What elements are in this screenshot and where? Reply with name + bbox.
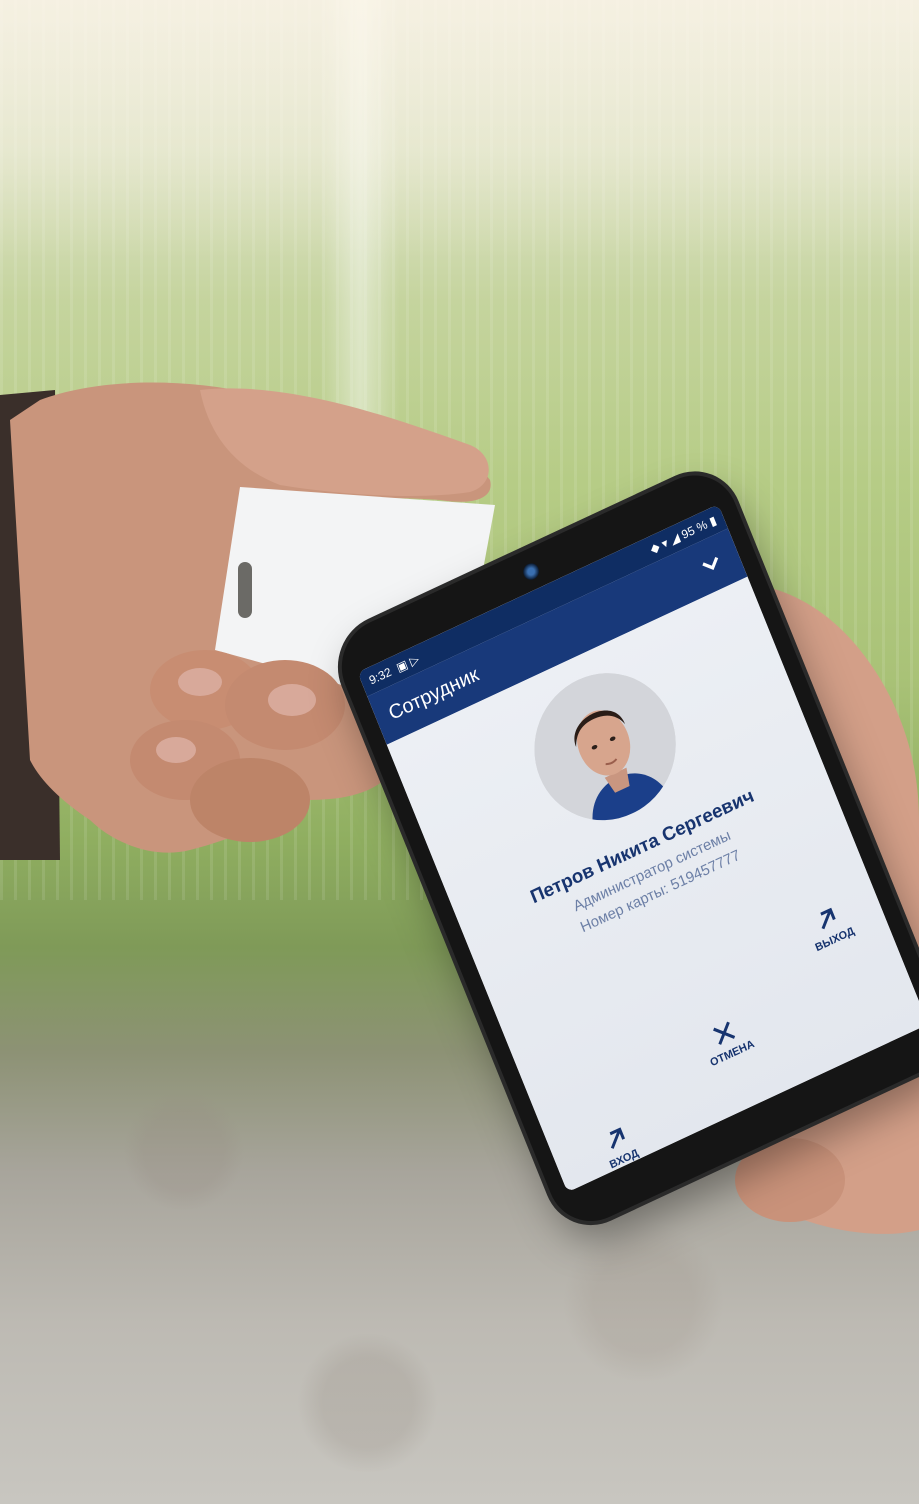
cancel-button[interactable]: ОТМЕНА [669,997,784,1082]
check-icon[interactable] [694,546,727,581]
front-camera [520,560,542,583]
enter-button[interactable]: ВХОД [561,1103,676,1188]
employee-photo [512,649,698,844]
status-time: 9:32 [367,664,394,688]
notification-icons: ▣ ▷ [394,651,422,675]
photo-scene: 9:32 ▣ ▷ ◆ ▾ ◢ 95 % ▮ Сотрудник Петров Н… [0,0,919,1504]
card-slot [238,562,252,618]
avatar [512,649,698,844]
exit-button[interactable]: ВЫХОД [772,883,887,968]
